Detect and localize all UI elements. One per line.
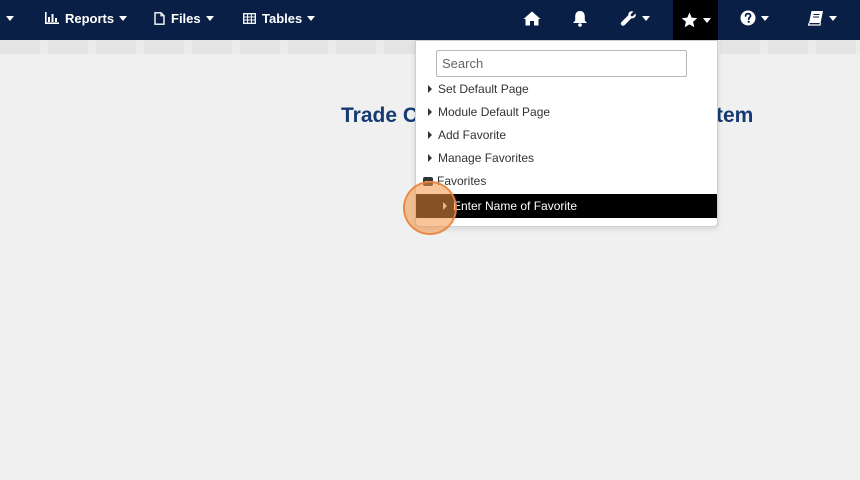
book-icon — [808, 10, 824, 26]
favorites-folder[interactable]: Favorites — [416, 172, 719, 190]
nav-tables-label: Tables — [262, 10, 303, 26]
favorite-entry[interactable]: Enter Name of Favorite — [416, 194, 717, 218]
tools-menu[interactable] — [620, 0, 650, 36]
wrench-icon — [620, 10, 637, 27]
home-icon — [523, 11, 541, 26]
caret-right-icon — [428, 108, 432, 116]
menu-item-label: Add Favorite — [438, 128, 507, 142]
caret-down-icon — [119, 16, 128, 21]
menu-item-set-default-page[interactable]: Set Default Page — [416, 79, 719, 99]
menu-item-label: Module Default Page — [438, 105, 551, 119]
nav-reports-label: Reports — [65, 10, 115, 26]
nav-truncated-menu[interactable] — [0, 0, 14, 36]
caret-down-icon — [761, 16, 769, 21]
menu-item-label: Set Default Page — [438, 82, 529, 96]
question-icon — [740, 10, 756, 26]
nav-reports[interactable]: Reports — [45, 0, 128, 36]
caret-down-icon — [829, 16, 837, 21]
file-icon — [154, 11, 165, 25]
caret-down-icon — [6, 16, 14, 21]
favorites-menu-toggle[interactable] — [673, 0, 718, 40]
caret-down-icon — [205, 16, 214, 21]
caret-down-icon — [702, 18, 711, 23]
help-menu[interactable] — [740, 0, 769, 36]
page-title: Trade C — [341, 104, 419, 127]
caret-down-icon — [642, 16, 650, 21]
caret-right-icon — [428, 85, 432, 93]
notifications-button[interactable] — [572, 0, 588, 36]
search-input[interactable] — [436, 50, 687, 77]
nav-tables[interactable]: Tables — [243, 0, 316, 36]
star-icon — [681, 12, 698, 28]
menu-item-label: Manage Favorites — [438, 151, 535, 165]
favorite-entry-label: Enter Name of Favorite — [453, 199, 578, 213]
click-indicator — [403, 181, 457, 235]
caret-right-icon — [428, 154, 432, 162]
menu-item-module-default-page[interactable]: Module Default Page — [416, 102, 719, 122]
nav-files-label: Files — [171, 10, 201, 26]
menu-item-add-favorite[interactable]: Add Favorite — [416, 125, 719, 145]
bar-chart-icon — [45, 12, 59, 24]
favorites-dropdown: Set Default Page Module Default Page Add… — [415, 40, 718, 227]
top-navbar: Reports Files Tables — [0, 0, 860, 40]
bell-icon — [572, 10, 588, 27]
caret-right-icon — [428, 131, 432, 139]
table-icon — [243, 12, 256, 24]
home-button[interactable] — [523, 0, 541, 36]
nav-files[interactable]: Files — [154, 0, 214, 36]
caret-down-icon — [307, 16, 316, 21]
docs-menu[interactable] — [808, 0, 837, 36]
menu-item-manage-favorites[interactable]: Manage Favorites — [416, 148, 719, 168]
page-title-end: tem — [716, 104, 754, 127]
